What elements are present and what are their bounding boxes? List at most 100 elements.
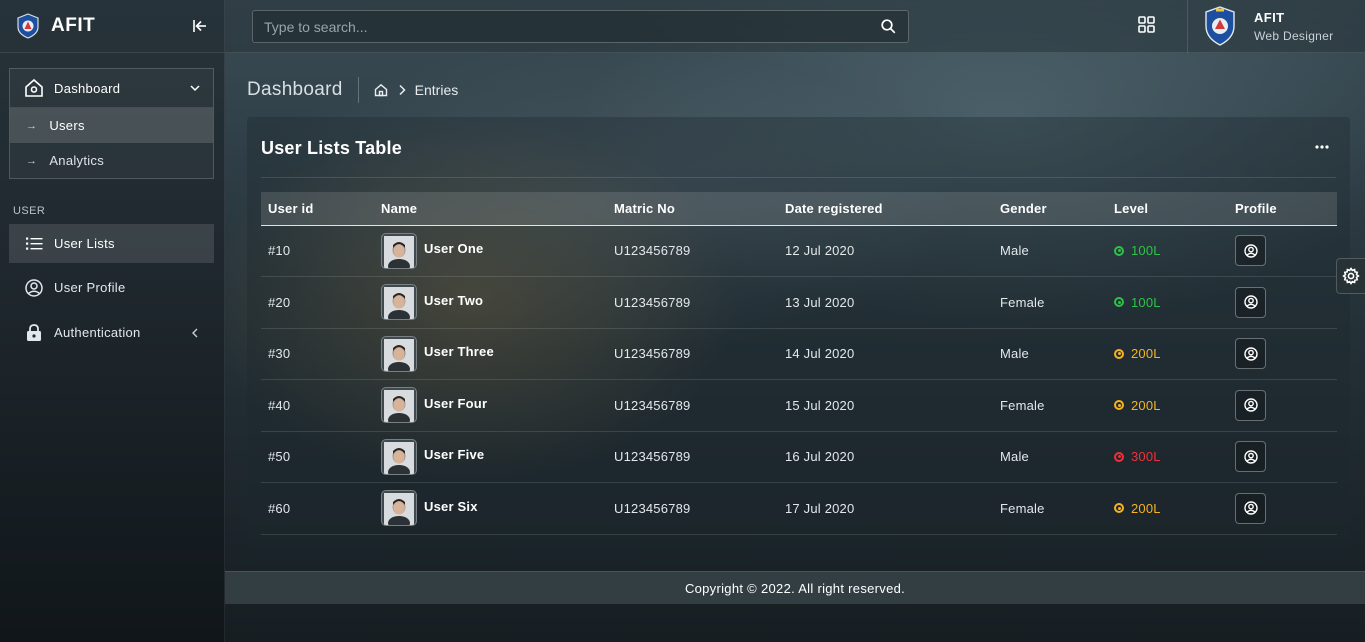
sidebar-item-authentication[interactable]: Authentication [9,313,214,352]
matric-no: U123456789 [614,243,691,259]
profile-name: AFIT [1254,9,1285,25]
chevron-left-icon [192,328,198,337]
level-badge: 200L [1114,398,1228,413]
view-profile-button[interactable] [1235,286,1266,318]
table-header-row: User id Name Matric No Date registered G… [261,192,1337,226]
sidebar-item-user-profile[interactable]: User Profile [9,268,214,307]
view-profile-button[interactable] [1235,441,1266,473]
user-name: User Two [424,292,484,308]
profile-cell [1228,482,1337,535]
user-name: User Four [424,395,488,411]
gear-icon [1342,267,1360,285]
name-cell: User One [374,225,607,277]
matric-cell: U123456789 [607,276,778,329]
collapse-sidebar-icon[interactable] [190,16,210,36]
view-profile-button[interactable] [1235,389,1266,421]
search-box [252,10,909,43]
avatar [381,232,417,269]
user-id: #60 [268,500,291,516]
user-id: #10 [268,243,291,259]
date-registered: 13 Jul 2020 [785,294,855,310]
user-id-cell: #20 [261,276,374,329]
avatar [381,438,417,475]
home-icon [25,78,43,97]
matric-no: U123456789 [614,294,691,310]
user-id: #20 [268,294,291,310]
search-input[interactable] [253,18,868,35]
submenu-item-users[interactable]: → Users [10,108,213,143]
submenu-item-analytics[interactable]: → Analytics [10,143,213,178]
user-id-cell: #60 [261,482,374,535]
status-dot-icon [1114,297,1124,308]
user-circle-icon [1243,295,1258,309]
column-header: Profile [1228,192,1337,226]
dashboard-menu-label: Dashboard [54,80,121,96]
gender: Female [1000,500,1045,516]
gender: Male [1000,243,1029,259]
view-profile-button[interactable] [1235,338,1266,370]
date-registered: 12 Jul 2020 [785,243,855,259]
sidebar-item-user-lists[interactable]: User Lists [9,224,214,263]
level-cell: 200L [1107,482,1228,535]
level-badge: 100L [1114,295,1228,310]
apps-grid-icon[interactable] [1138,16,1158,36]
table-row: #60 User Six U123456789 17 Jul 2020 Female 20… [261,482,1337,535]
submenu-item-label: Users [49,118,85,133]
sidebar-item-label: Authentication [54,325,141,340]
status-dot-icon [1114,503,1124,514]
user-name: User Five [424,447,485,463]
level-value: 200L [1131,346,1161,362]
level-cell: 300L [1107,431,1228,483]
more-options-icon[interactable] [1312,139,1332,155]
user-table: User id Name Matric No Date registered G… [261,192,1337,535]
user-id-cell: #50 [261,431,374,483]
lock-icon [25,323,43,342]
breadcrumb-current: Entries [414,81,459,98]
dashboard-menu-group: Dashboard → Users → Analytics [9,68,214,179]
home-icon[interactable] [374,83,388,97]
search-icon[interactable] [868,11,908,42]
column-header: User id [261,192,374,226]
gender: Male [1000,346,1029,362]
date-cell: 13 Jul 2020 [778,276,993,329]
user-circle-icon [25,278,43,297]
page-title: Dashboard [247,78,343,100]
name-cell: User Two [374,276,607,329]
level-cell: 200L [1107,328,1228,380]
matric-cell: U123456789 [607,328,778,380]
date-cell: 17 Jul 2020 [778,482,993,535]
page-header: Dashboard Entries [247,76,458,103]
dashboard-menu-toggle[interactable]: Dashboard [10,69,213,108]
name-cell: User Five [374,431,607,483]
date-registered: 14 Jul 2020 [785,346,855,362]
profile-role: Web Designer [1254,28,1334,43]
view-profile-button[interactable] [1235,492,1266,524]
name-cell: User Six [374,482,607,535]
date-cell: 14 Jul 2020 [778,328,993,380]
sidebar-item-label: User Profile [54,280,126,295]
avatar [381,335,417,372]
chevron-down-icon [190,85,200,92]
column-header: Level [1107,192,1228,226]
level-cell: 200L [1107,379,1228,432]
user-profile-menu[interactable]: AFIT Web Designer [1203,6,1333,46]
name-cell: User Four [374,379,607,432]
gender-cell: Female [993,379,1107,432]
user-id: #50 [268,449,291,465]
user-id: #30 [268,346,291,362]
matric-no: U123456789 [614,346,691,362]
list-icon [25,235,43,253]
matric-cell: U123456789 [607,431,778,483]
copyright-text: Copyright © 2022. All right reserved. [684,580,906,596]
chevron-right-icon [398,84,406,96]
section-label-user: USER [13,205,46,217]
level-badge: 300L [1114,449,1228,464]
user-circle-icon [1243,450,1258,464]
arrow-right-icon: → [26,119,38,132]
gender-cell: Female [993,276,1107,329]
view-profile-button[interactable] [1235,235,1266,267]
level-value: 100L [1131,243,1161,259]
settings-gear-button[interactable] [1336,258,1365,294]
user-circle-icon [1243,244,1258,258]
gender-cell: Male [993,431,1107,483]
